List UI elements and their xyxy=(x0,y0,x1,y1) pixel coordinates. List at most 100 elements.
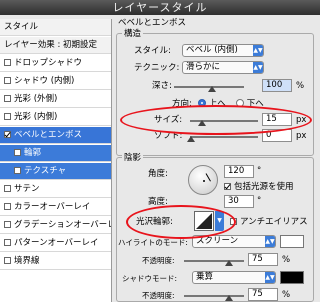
depth-label: 深さ: xyxy=(152,81,172,91)
highlight-mode-value: スクリーン xyxy=(196,236,239,246)
size-unit: px xyxy=(296,115,307,125)
sidebar-item-label: グラデーションオーバーレイ xyxy=(14,220,111,230)
sidebar-item-label: スタイル xyxy=(4,22,39,32)
shadow-color-swatch[interactable] xyxy=(280,271,304,284)
style-dropdown[interactable]: ベベル (内側) ▲▼ xyxy=(182,44,264,57)
sidebar-item-inner-glow[interactable]: 光彩 (内側) xyxy=(0,109,111,126)
size-slider-thumb[interactable] xyxy=(198,120,206,126)
sidebar-item-color-overlay[interactable]: カラーオーバーレイ xyxy=(0,199,111,216)
effects-sidebar: スタイル レイヤー効果 : 初期設定 ドロップシャドウ シャドウ (内側) 光彩… xyxy=(0,19,112,302)
highlight-mode-dropdown[interactable]: スクリーン ▲▼ xyxy=(192,235,276,248)
shadow-mode-value: 乗算 xyxy=(196,272,214,282)
technique-label: テクニック: xyxy=(134,63,180,73)
sidebar-item-styles[interactable]: スタイル xyxy=(0,19,111,36)
sidebar-item-label: サテン xyxy=(14,184,40,194)
sidebar-item-contour[interactable]: 輪郭 xyxy=(0,145,111,162)
sidebar-item-gradient-overlay[interactable]: グラデーションオーバーレイ xyxy=(0,217,111,234)
technique-dropdown[interactable]: 滑らかに ▲▼ xyxy=(182,61,264,74)
soften-input[interactable]: 0 xyxy=(262,129,292,142)
soften-label: ソフト: xyxy=(154,131,183,141)
texture-checkbox[interactable] xyxy=(14,167,21,174)
sidebar-item-label: シャドウ (内側) xyxy=(14,76,75,86)
size-input[interactable]: 15 xyxy=(262,113,292,126)
gloss-contour-preview[interactable] xyxy=(194,211,214,231)
soften-slider-thumb[interactable] xyxy=(187,136,195,142)
shadow-mode-label: シャドウモード: xyxy=(122,274,178,283)
soften-slider[interactable] xyxy=(190,136,258,138)
direction-up-option[interactable]: 上へ xyxy=(198,99,226,110)
direction-label: 方向: xyxy=(172,99,192,109)
angle-unit: ° xyxy=(257,166,262,176)
global-light-label: 包括光源を使用 xyxy=(234,182,294,192)
altitude-label: 高度: xyxy=(148,197,168,207)
gloss-contour-label: 光沢輪郭: xyxy=(136,217,173,227)
sidebar-item-label: 光彩 (内側) xyxy=(14,112,58,122)
sidebar-item-label: カラーオーバーレイ xyxy=(14,202,91,212)
global-light-option[interactable]: 包括光源を使用 xyxy=(224,182,294,193)
window-title: レイヤースタイル xyxy=(0,0,320,15)
shadow-opacity-input[interactable]: 75 xyxy=(248,288,278,301)
highlight-opacity-unit: % xyxy=(282,255,291,265)
section-title: ベベルとエンボス xyxy=(118,18,187,28)
sidebar-item-label: ドロップシャドウ xyxy=(14,58,83,68)
sidebar-item-inner-shadow[interactable]: シャドウ (内側) xyxy=(0,73,111,90)
shadow-opacity-thumb[interactable] xyxy=(225,295,233,301)
angle-dial[interactable] xyxy=(188,165,218,195)
direction-down-label: 下へ xyxy=(246,99,264,109)
angle-dial-needle xyxy=(205,173,211,182)
contour-checkbox[interactable] xyxy=(14,149,21,156)
style-value: ベベル (内側) xyxy=(186,45,238,55)
highlight-opacity-thumb[interactable] xyxy=(225,260,233,266)
altitude-unit: ° xyxy=(257,196,262,206)
shadow-opacity-label: 不透明度: xyxy=(142,291,175,300)
antialias-label: アンチエイリアス xyxy=(240,217,308,227)
inner-glow-checkbox[interactable] xyxy=(4,113,11,120)
direction-down-radio[interactable] xyxy=(236,99,244,107)
inner-shadow-checkbox[interactable] xyxy=(4,77,11,84)
chevron-down-icon: ▲▼ xyxy=(265,272,275,283)
depth-input[interactable]: 100 xyxy=(262,79,292,92)
sidebar-item-drop-shadow[interactable]: ドロップシャドウ xyxy=(0,55,111,72)
sidebar-item-satin[interactable]: サテン xyxy=(0,181,111,198)
bevel-emboss-checkbox[interactable] xyxy=(4,131,11,138)
highlight-opacity-slider[interactable] xyxy=(184,260,244,262)
highlight-mode-label: ハイライトのモード: xyxy=(118,238,188,247)
global-light-checkbox[interactable] xyxy=(224,183,231,190)
sidebar-item-blending-options[interactable]: レイヤー効果 : 初期設定 xyxy=(0,37,111,54)
antialias-option[interactable]: アンチエイリアス xyxy=(230,217,308,228)
angle-input[interactable]: 120 xyxy=(224,165,254,178)
gloss-contour-dropdown-button[interactable]: ▼ xyxy=(215,211,224,231)
sidebar-item-texture[interactable]: テクスチャ xyxy=(0,163,111,180)
angle-label: 角度: xyxy=(148,169,168,179)
antialias-checkbox[interactable] xyxy=(230,218,237,225)
sidebar-item-bevel-emboss[interactable]: ベベルとエンボス xyxy=(0,127,111,144)
sidebar-item-pattern-overlay[interactable]: パターンオーバーレイ xyxy=(0,235,111,252)
outer-glow-checkbox[interactable] xyxy=(4,95,11,102)
sidebar-item-label: レイヤー効果 : 初期設定 xyxy=(4,40,98,50)
shadow-mode-dropdown[interactable]: 乗算 ▲▼ xyxy=(192,271,276,284)
soften-unit: px xyxy=(296,131,307,141)
direction-down-option[interactable]: 下へ xyxy=(236,99,264,110)
color-overlay-checkbox[interactable] xyxy=(4,203,11,210)
altitude-input[interactable]: 30 xyxy=(224,195,254,208)
shadow-opacity-slider[interactable] xyxy=(184,295,244,297)
direction-up-radio[interactable] xyxy=(198,99,206,107)
satin-checkbox[interactable] xyxy=(4,185,11,192)
highlight-color-swatch[interactable] xyxy=(280,235,304,248)
pattern-overlay-checkbox[interactable] xyxy=(4,239,11,246)
sidebar-item-stroke[interactable]: 境界線 xyxy=(0,253,111,270)
sidebar-item-outer-glow[interactable]: 光彩 (外側) xyxy=(0,91,111,108)
stroke-checkbox[interactable] xyxy=(4,257,11,264)
highlight-opacity-input[interactable]: 75 xyxy=(248,253,278,266)
depth-slider-thumb[interactable] xyxy=(208,86,216,92)
layer-style-dialog: レイヤースタイル スタイル レイヤー効果 : 初期設定 ドロップシャドウ シャド… xyxy=(0,0,320,302)
gradient-overlay-checkbox[interactable] xyxy=(4,221,11,228)
technique-value: 滑らかに xyxy=(186,62,221,72)
sidebar-item-label: 輪郭 xyxy=(24,148,42,158)
chevron-down-icon: ▲▼ xyxy=(265,236,275,247)
direction-up-label: 上へ xyxy=(208,99,226,109)
size-label: サイズ: xyxy=(154,115,183,125)
drop-shadow-checkbox[interactable] xyxy=(4,59,11,66)
sidebar-item-label: 光彩 (外側) xyxy=(14,94,58,104)
style-label: スタイル: xyxy=(134,46,171,56)
